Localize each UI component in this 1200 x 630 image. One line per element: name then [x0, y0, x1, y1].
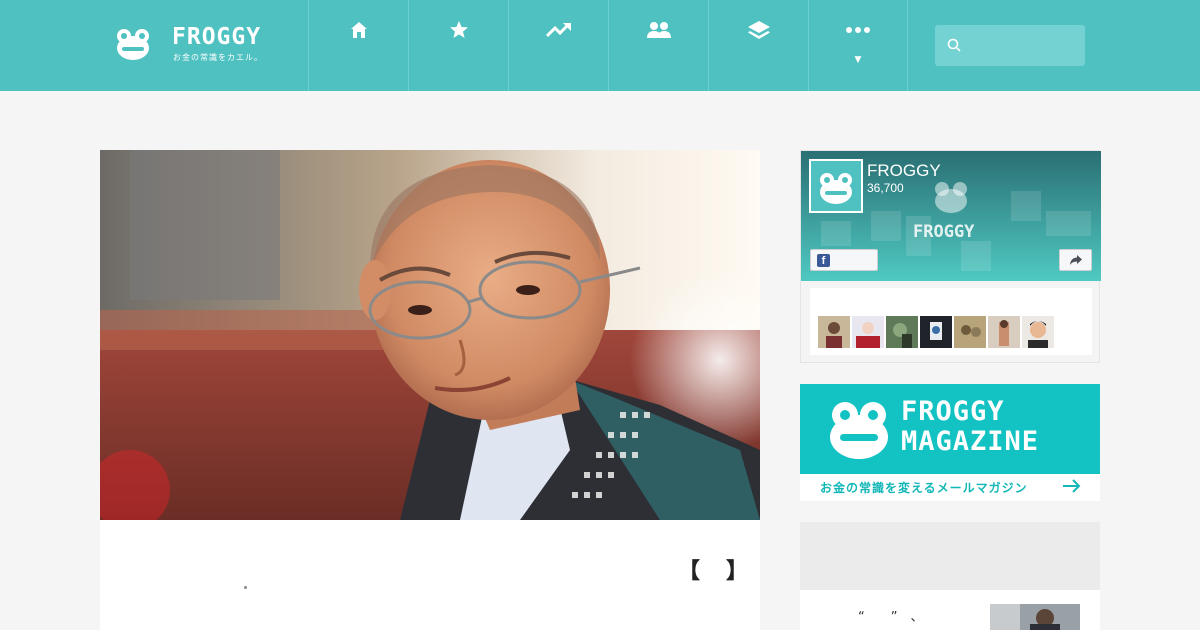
facebook-page-name[interactable]: FROGGY: [867, 161, 941, 181]
magazine-banner-top: FROGGY MAGAZINE: [800, 384, 1100, 474]
nav-layers[interactable]: [708, 0, 808, 91]
arrow-right-icon: [1063, 479, 1081, 493]
more-icon: [846, 27, 870, 33]
follower-avatar[interactable]: [886, 316, 918, 348]
star-icon: [449, 21, 468, 38]
magazine-title-line2: MAGAZINE: [901, 426, 1040, 457]
text-dot: [244, 586, 247, 589]
site-logo[interactable]: FROGGY お金の常識をカエル。: [116, 24, 296, 68]
thumbnail-image: [990, 604, 1080, 630]
facebook-like-button[interactable]: f: [810, 249, 878, 271]
article-hero-image[interactable]: [100, 150, 760, 520]
title-bracket-open: 【: [678, 559, 701, 584]
card-thumbnail[interactable]: [990, 604, 1080, 630]
title-bracket-close: 】: [726, 559, 749, 584]
trending-icon: [545, 22, 571, 38]
follower-avatar[interactable]: [852, 316, 884, 348]
search-input[interactable]: [965, 25, 1080, 66]
magazine-subtitle: お金の常識を変えるメールマガジン: [820, 481, 1028, 495]
portrait-photo: [100, 150, 760, 520]
frog-avatar-icon: [820, 173, 852, 204]
follower-avatar[interactable]: [954, 316, 986, 348]
nav-trending[interactable]: [508, 0, 608, 91]
card-text: “ ” 、: [858, 610, 924, 625]
follower-avatar[interactable]: [988, 316, 1020, 348]
main-nav: ▼: [308, 0, 908, 91]
search-box[interactable]: [935, 25, 1085, 66]
follower-avatar[interactable]: [818, 316, 850, 348]
nav-more[interactable]: ▼: [808, 0, 908, 91]
facebook-follower-count: 36,700: [867, 181, 904, 195]
site-header: FROGGY お金の常識をカエル。 ▼: [0, 0, 1200, 91]
facebook-cover[interactable]: FROGGY FROGGY 36,700 f: [801, 151, 1101, 281]
magazine-title-line1: FROGGY: [901, 396, 1005, 427]
magazine-banner[interactable]: FROGGY MAGAZINE お金の常識を変えるメールマガジン: [800, 384, 1100, 501]
search-icon: [947, 38, 961, 52]
follower-avatar[interactable]: [920, 316, 952, 348]
home-icon: [350, 22, 367, 38]
facebook-page-widget: FROGGY FROGGY 36,700 f: [800, 150, 1101, 363]
frog-logo-icon: [117, 29, 149, 60]
nav-favorites[interactable]: [408, 0, 508, 91]
users-icon: [646, 22, 671, 38]
chevron-down-icon: ▼: [854, 55, 862, 65]
logo-tagline: お金の常識をカエル。: [173, 53, 263, 62]
layers-icon: [747, 21, 770, 39]
share-icon: [1070, 255, 1082, 265]
facebook-friends-faces: [810, 288, 1092, 355]
logo-text: FROGGY: [172, 24, 262, 50]
facebook-share-button[interactable]: [1059, 249, 1092, 271]
facebook-icon: f: [817, 254, 830, 267]
related-article-card[interactable]: “ ” 、: [800, 522, 1100, 630]
follower-avatar[interactable]: [1022, 316, 1054, 348]
card-header-placeholder: [800, 522, 1100, 590]
frog-logo-icon: [830, 402, 888, 459]
article-card[interactable]: 【 】: [100, 520, 760, 630]
svg-text:FROGGY: FROGGY: [913, 222, 975, 242]
nav-users[interactable]: [608, 0, 708, 91]
facebook-avatar[interactable]: [809, 159, 863, 213]
nav-home[interactable]: [308, 0, 408, 91]
